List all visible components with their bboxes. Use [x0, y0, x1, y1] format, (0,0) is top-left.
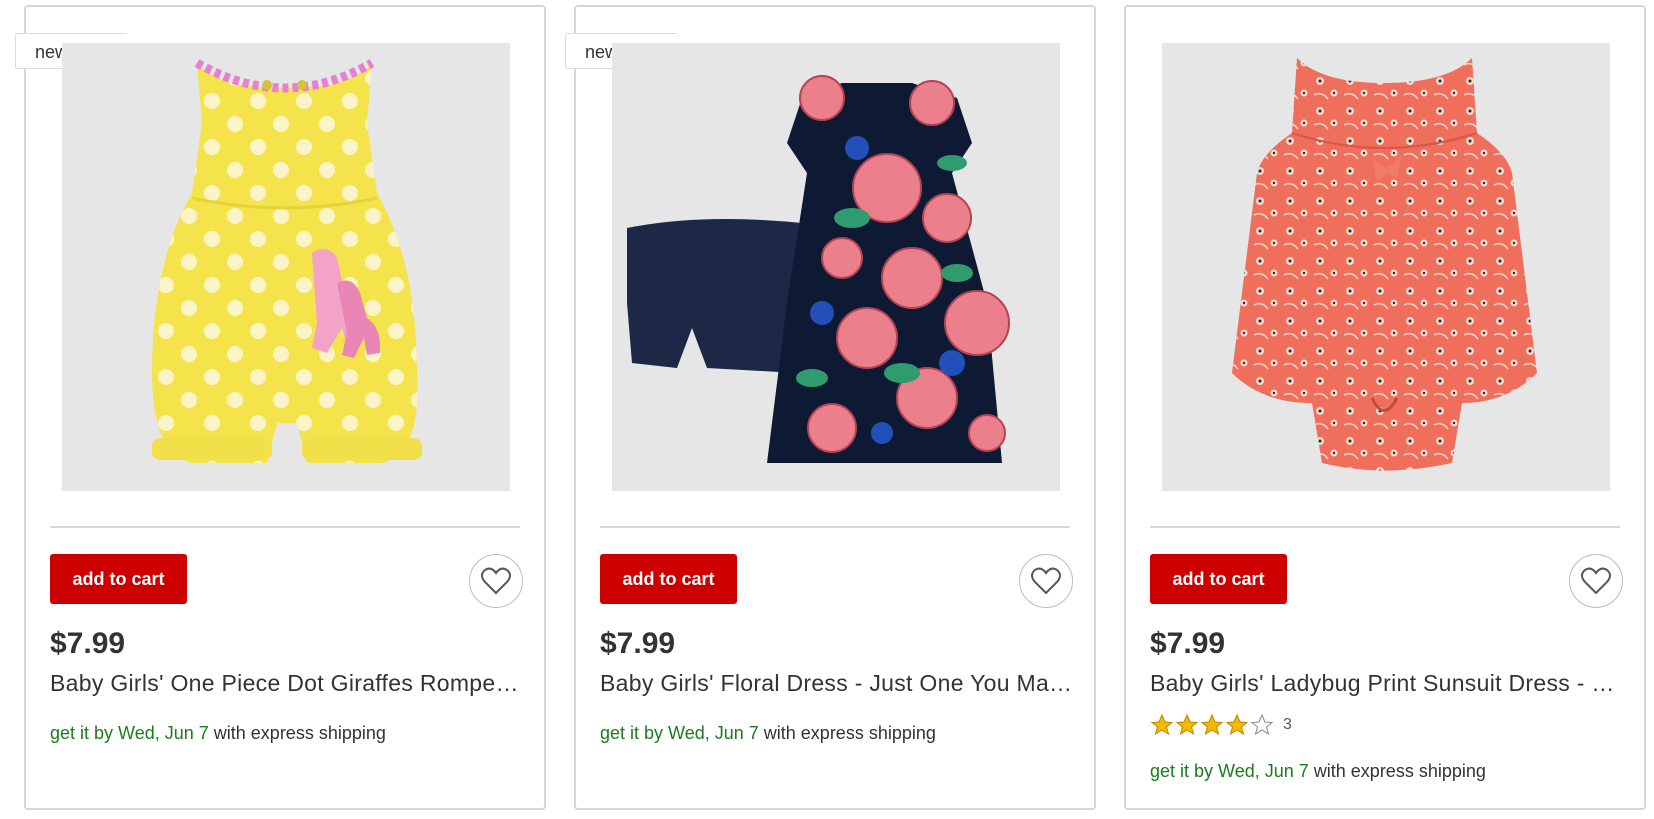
- product-card[interactable]: add to cart $7.99 Baby Girls' Ladybug Pr…: [1124, 5, 1646, 810]
- product-title-link[interactable]: Baby Girls' Floral Dress - Just One You …: [600, 670, 1076, 697]
- shipping-info: get it by Wed, Jun 7 with express shippi…: [1150, 761, 1486, 782]
- review-count: 3: [1283, 716, 1292, 733]
- add-to-cart-button[interactable]: add to cart: [50, 554, 187, 604]
- star-rating[interactable]: 3: [1150, 713, 1292, 737]
- shipping-date: get it by Wed, Jun 7: [1150, 761, 1309, 781]
- floral-dress-set-image: [612, 43, 1060, 491]
- add-to-cart-button[interactable]: add to cart: [1150, 554, 1287, 604]
- product-image[interactable]: [612, 43, 1060, 491]
- shipping-method: with express shipping: [1313, 761, 1486, 781]
- product-card[interactable]: new at add to cart: [24, 5, 546, 810]
- star-filled-icon: [1200, 713, 1224, 736]
- yellow-polka-dot-romper-image: [62, 43, 510, 491]
- heart-icon: [1031, 567, 1061, 595]
- shipping-info: get it by Wed, Jun 7 with express shippi…: [50, 723, 386, 744]
- heart-icon: [481, 567, 511, 595]
- shipping-date: get it by Wed, Jun 7: [600, 723, 759, 743]
- star-filled-icon: [1175, 713, 1199, 736]
- divider: [600, 526, 1070, 528]
- shipping-method: with express shipping: [763, 723, 936, 743]
- product-title-link[interactable]: Baby Girls' One Piece Dot Giraffes Rompe…: [50, 670, 526, 697]
- product-image[interactable]: [62, 43, 510, 491]
- divider: [50, 526, 520, 528]
- favorite-button[interactable]: [469, 554, 523, 608]
- star-filled-icon: [1225, 713, 1249, 736]
- coral-sunsuit-image: [1162, 43, 1610, 491]
- star-filled-icon: [1150, 713, 1174, 736]
- product-card[interactable]: new at: [574, 5, 1096, 810]
- favorite-button[interactable]: [1019, 554, 1073, 608]
- shipping-info: get it by Wed, Jun 7 with express shippi…: [600, 723, 936, 744]
- product-image[interactable]: [1162, 43, 1610, 491]
- price: $7.99: [1150, 627, 1226, 660]
- star-empty-icon: [1250, 713, 1274, 736]
- favorite-button[interactable]: [1569, 554, 1623, 608]
- shipping-date: get it by Wed, Jun 7: [50, 723, 209, 743]
- product-title-link[interactable]: Baby Girls' Ladybug Print Sunsuit Dress …: [1150, 670, 1626, 697]
- price: $7.99: [600, 627, 676, 660]
- divider: [1150, 526, 1620, 528]
- heart-icon: [1581, 567, 1611, 595]
- shipping-method: with express shipping: [213, 723, 386, 743]
- price: $7.99: [50, 627, 126, 660]
- add-to-cart-button[interactable]: add to cart: [600, 554, 737, 604]
